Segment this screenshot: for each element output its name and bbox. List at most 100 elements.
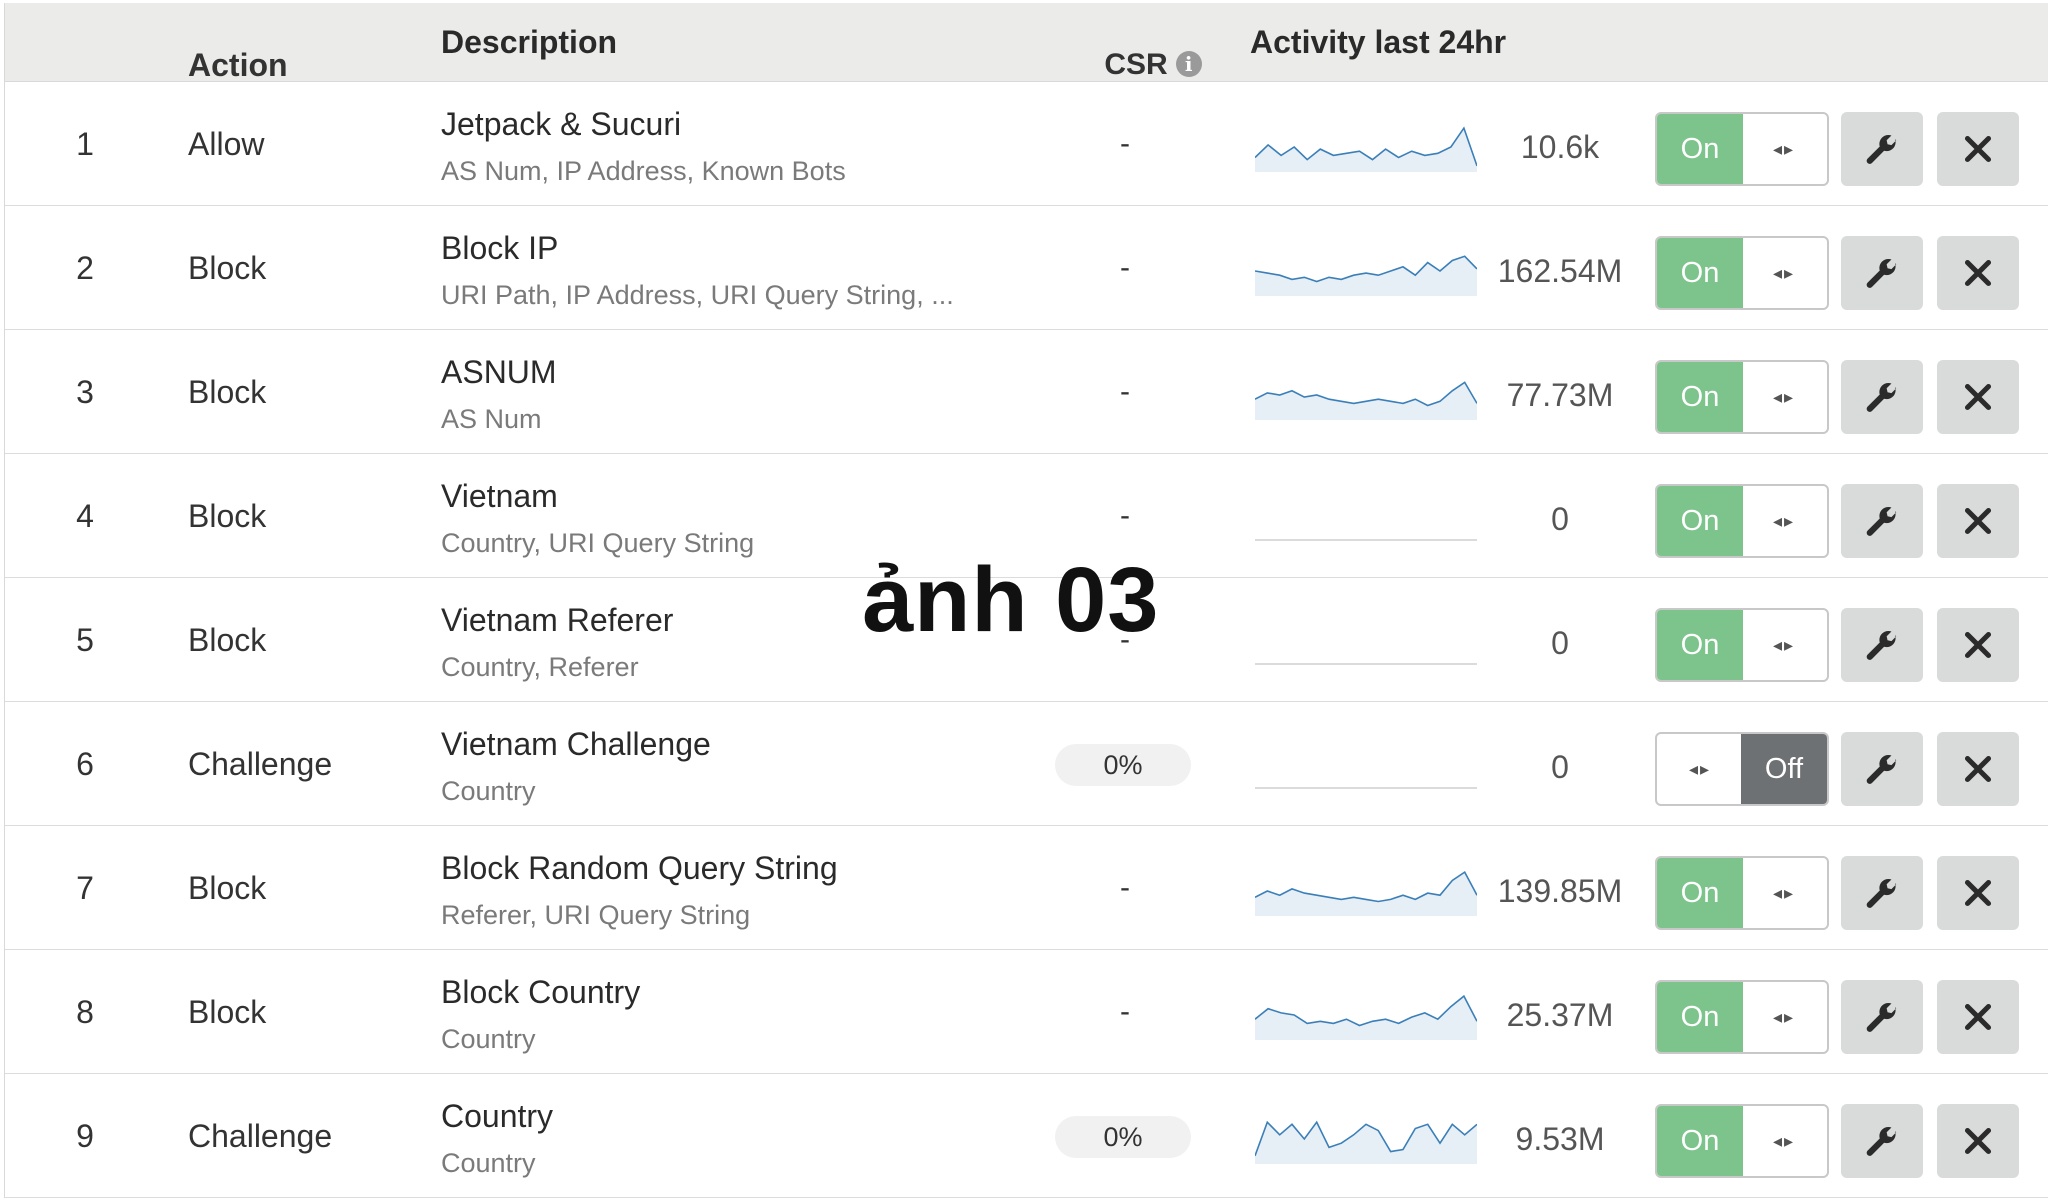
activity-sparkline [1255,663,1477,665]
rule-toggle[interactable]: On ◂▸ [1655,236,1829,310]
wrench-icon [1866,1126,1897,1156]
activity-count: 0 [1551,501,1569,537]
delete-rule-button[interactable] [1937,484,2019,558]
rule-csr: 0% [1055,1116,1191,1158]
wrench-icon [1866,382,1897,412]
delete-rule-button[interactable] [1937,1104,2019,1178]
close-icon [1964,755,1992,783]
close-icon [1964,1003,1992,1031]
wrench-icon [1866,630,1897,660]
edit-rule-button[interactable] [1841,980,1923,1054]
delete-rule-button[interactable] [1937,732,2019,806]
rule-title: Vietnam [441,478,558,514]
col-header-description[interactable]: Description [441,3,617,82]
rule-toggle[interactable]: On ◂▸ [1655,1104,1829,1178]
rule-number: 3 [76,374,94,410]
close-icon [1964,879,1992,907]
wrench-icon [1866,258,1897,288]
rule-toggle[interactable]: On ◂▸ [1655,484,1829,558]
activity-sparkline [1255,994,1477,1040]
rule-fields: Country [441,1024,536,1054]
rule-csr: - [1120,251,1130,284]
wrench-icon [1866,1002,1897,1032]
rule-number: 1 [76,126,94,162]
edit-rule-button[interactable] [1841,608,1923,682]
toggle-handle-icon[interactable]: ◂▸ [1741,114,1827,184]
activity-count: 25.37M [1506,997,1614,1033]
edit-rule-button[interactable] [1841,112,1923,186]
close-icon [1964,259,1992,287]
toggle-on-label: On [1657,858,1743,928]
toggle-handle-icon[interactable]: ◂▸ [1741,238,1827,308]
sparkline-area [1255,872,1477,916]
toggle-on-label: On [1657,1106,1743,1176]
edit-rule-button[interactable] [1841,236,1923,310]
rule-action: Challenge [188,1118,333,1154]
rule-action: Block [188,994,267,1030]
close-icon [1964,507,1992,535]
rule-number: 6 [76,746,94,782]
rule-toggle[interactable]: On ◂▸ [1655,608,1829,682]
toggle-handle-icon[interactable]: ◂▸ [1741,610,1827,680]
rule-fields: AS Num [441,404,542,434]
delete-rule-button[interactable] [1937,236,2019,310]
rule-toggle[interactable]: On ◂▸ [1655,112,1829,186]
rule-number: 2 [76,250,94,286]
edit-rule-button[interactable] [1841,360,1923,434]
rule-number: 4 [76,498,94,534]
toggle-handle-icon[interactable]: ◂▸ [1741,362,1827,432]
rule-toggle[interactable]: On ◂▸ [1655,360,1829,434]
toggle-off-label: Off [1741,734,1827,804]
rule-csr: 0% [1055,744,1191,786]
rule-title: Vietnam Challenge [441,726,711,762]
toggle-on-label: On [1657,362,1743,432]
activity-sparkline [1255,1120,1477,1164]
toggle-handle-icon[interactable]: ◂▸ [1657,734,1743,804]
watermark-caption: ảnh 03 [862,549,1160,651]
rule-toggle[interactable]: On ◂▸ [1655,856,1829,930]
close-icon [1964,383,1992,411]
col-header-csr-label: CSR [1104,48,1168,81]
rule-number: 8 [76,994,94,1030]
rule-number: 5 [76,622,94,658]
edit-rule-button[interactable] [1841,484,1923,558]
activity-count: 0 [1551,625,1569,661]
info-icon[interactable]: i [1175,51,1202,77]
toggle-on-label: On [1657,486,1743,556]
delete-rule-button[interactable] [1937,360,2019,434]
rule-toggle[interactable]: Off ◂▸ [1655,732,1829,806]
toggle-handle-icon[interactable]: ◂▸ [1741,1106,1827,1176]
edit-rule-button[interactable] [1841,856,1923,930]
activity-sparkline [1255,539,1477,541]
toggle-handle-icon[interactable]: ◂▸ [1741,982,1827,1052]
delete-rule-button[interactable] [1937,112,2019,186]
rule-action: Challenge [188,746,333,782]
toggle-handle-icon[interactable]: ◂▸ [1741,858,1827,928]
rule-fields: Country [441,1148,536,1178]
activity-count: 162.54M [1497,253,1623,289]
table-row: 1 Allow Jetpack & Sucuri AS Num, IP Addr… [5,82,2048,206]
activity-sparkline [1255,126,1477,172]
toggle-on-label: On [1657,114,1743,184]
rule-title: Vietnam Referer [441,602,674,638]
edit-rule-button[interactable] [1841,1104,1923,1178]
rule-number: 9 [76,1118,94,1154]
delete-rule-button[interactable] [1937,980,2019,1054]
sparkline-area [1255,996,1477,1040]
table-row: 9 Challenge Country Country 0% 9.53M On ◂… [5,1074,2048,1198]
toggle-handle-icon[interactable]: ◂▸ [1741,486,1827,556]
rule-fields: URI Path, IP Address, URI Query String, … [441,280,954,310]
delete-rule-button[interactable] [1937,608,2019,682]
rule-title: ASNUM [441,354,557,390]
col-header-activity[interactable]: Activity last 24hr [1250,3,1506,82]
close-icon [1964,631,1992,659]
edit-rule-button[interactable] [1841,732,1923,806]
rule-action: Allow [188,126,265,162]
toggle-on-label: On [1657,238,1743,308]
table-row: 3 Block ASNUM AS Num - 77.73M On ◂▸ [5,330,2048,454]
close-icon [1964,135,1992,163]
rule-action: Block [188,498,267,534]
delete-rule-button[interactable] [1937,856,2019,930]
activity-sparkline [1255,870,1477,916]
rule-toggle[interactable]: On ◂▸ [1655,980,1829,1054]
